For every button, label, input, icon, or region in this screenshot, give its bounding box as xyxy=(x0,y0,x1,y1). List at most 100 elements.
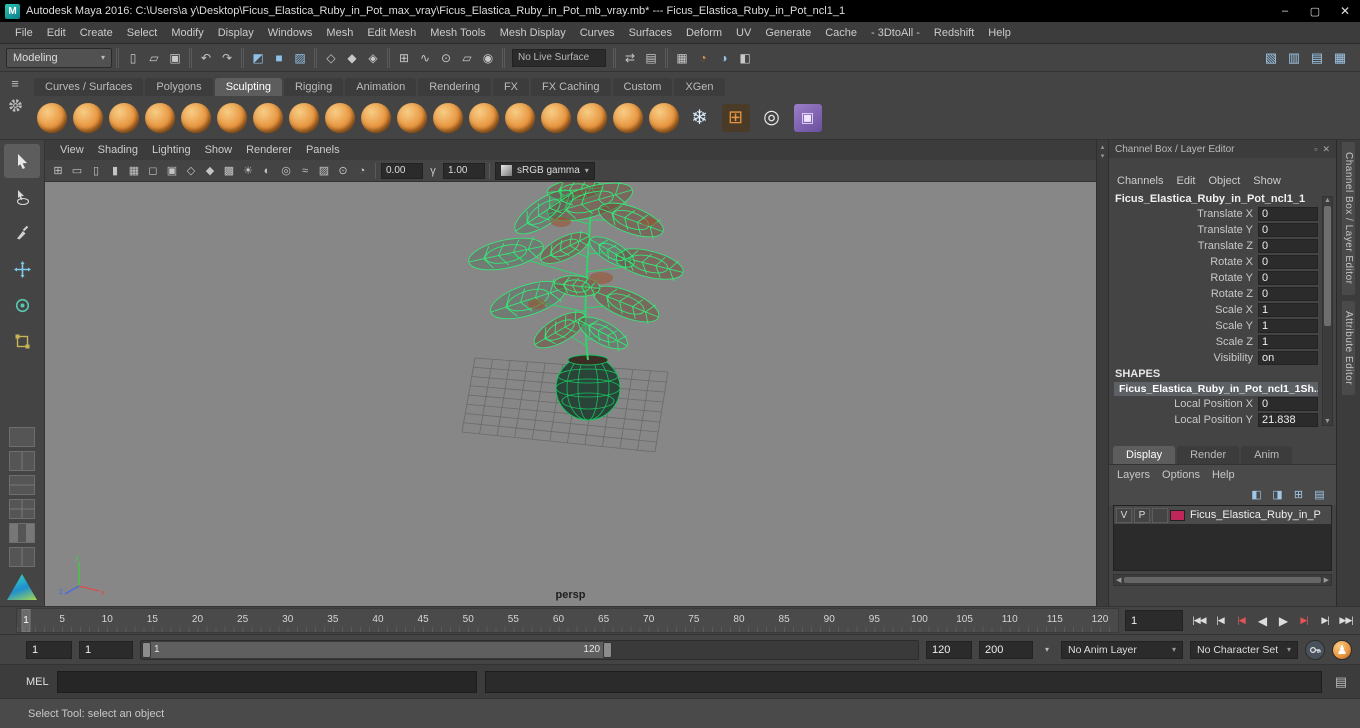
channel-value-field[interactable]: 1 xyxy=(1258,303,1318,317)
scroll-down-icon[interactable]: ▼ xyxy=(1324,418,1331,425)
channel-value-field[interactable]: 0 xyxy=(1258,255,1318,269)
gamma-field[interactable]: 1.00 xyxy=(443,162,485,179)
playback-start-field[interactable]: 1 xyxy=(79,640,133,659)
menu-mesh-display[interactable]: Mesh Display xyxy=(493,27,573,39)
scrape-tool[interactable] xyxy=(430,99,465,137)
shelf-tab-curves-surfaces[interactable]: Curves / Surfaces xyxy=(34,78,144,96)
layer-menu-options[interactable]: Options xyxy=(1162,469,1200,481)
object-name[interactable]: Ficus_Elastica_Ruby_in_Pot_ncl1_1 xyxy=(1109,192,1336,206)
open-editor-icon[interactable]: ▤ xyxy=(641,48,661,68)
panel-toolbar-collapse-strip[interactable]: ▴ ▾ xyxy=(1096,140,1108,606)
menu-deform[interactable]: Deform xyxy=(679,27,729,39)
menu-3dtoall[interactable]: - 3DtoAll - xyxy=(864,27,927,39)
redo-icon[interactable]: ↷ xyxy=(217,48,237,68)
fill-tool[interactable] xyxy=(466,99,501,137)
move-layer-down-icon[interactable]: ◨ xyxy=(1269,487,1286,502)
minimize-button[interactable]: – xyxy=(1270,0,1300,22)
wax-tool[interactable] xyxy=(394,99,429,137)
channel-value-field[interactable]: 0 xyxy=(1258,397,1318,411)
layout-three-pane-button[interactable] xyxy=(9,523,35,543)
channel-box-menu-edit[interactable]: Edit xyxy=(1176,175,1195,189)
layout-two-pane-side-button[interactable] xyxy=(9,451,35,471)
shadows-icon[interactable]: ◐ xyxy=(258,162,276,179)
go-to-end-button[interactable]: ▶▶| xyxy=(1336,611,1356,631)
anim-layer-dropdown[interactable]: No Anim Layer ▾ xyxy=(1061,640,1183,659)
layer-editor-tab-render[interactable]: Render xyxy=(1177,446,1240,464)
select-hierarchy-icon[interactable]: ◩ xyxy=(248,48,268,68)
channel-value-field[interactable]: 0 xyxy=(1258,239,1318,253)
menu-redshift[interactable]: Redshift xyxy=(927,27,981,39)
smooth-tool[interactable] xyxy=(70,99,105,137)
channel-value-field[interactable]: 0 xyxy=(1258,207,1318,221)
current-frame-marker[interactable]: 1 xyxy=(21,609,31,632)
command-language-label[interactable]: MEL xyxy=(26,676,49,688)
foamy-tool[interactable] xyxy=(250,99,285,137)
panel-menu-view[interactable]: View xyxy=(53,144,91,156)
range-slider-bar[interactable]: 1 120 xyxy=(142,641,613,658)
move-tool-button[interactable] xyxy=(4,252,40,286)
channel-box-menu-channels[interactable]: Channels xyxy=(1117,175,1163,189)
layer-playback-toggle[interactable]: P xyxy=(1134,507,1150,523)
flatten-tool[interactable] xyxy=(214,99,249,137)
range-slider-track[interactable]: 1 120 xyxy=(140,639,919,660)
panel-menu-panels[interactable]: Panels xyxy=(299,144,347,156)
range-menu-caret-icon[interactable]: ▾ xyxy=(1040,641,1054,659)
channel-box-toggle-icon[interactable]: ▥ xyxy=(1284,48,1304,68)
menu-windows[interactable]: Windows xyxy=(261,27,320,39)
scrollbar-thumb[interactable] xyxy=(1324,206,1331,326)
shelf-tab-polygons[interactable]: Polygons xyxy=(145,78,213,96)
snap-to-grid-icon[interactable]: ⊞ xyxy=(394,48,414,68)
channel-box-scrollbar[interactable]: ▲ ▼ xyxy=(1322,196,1333,426)
occlusion-icon[interactable]: ◎ xyxy=(277,162,295,179)
imprint-tool[interactable] xyxy=(358,99,393,137)
step-back-frame-button[interactable]: |◀ xyxy=(1210,611,1230,631)
hscrollbar-thumb[interactable] xyxy=(1124,577,1321,583)
shelf-tab-rendering[interactable]: Rendering xyxy=(418,78,491,96)
maximize-button[interactable]: ▢ xyxy=(1300,0,1330,22)
repeat-tool[interactable] xyxy=(322,99,357,137)
construction-history-icon[interactable]: ⇄ xyxy=(620,48,640,68)
shelf-tab-fx[interactable]: FX xyxy=(492,78,530,96)
exposure-field[interactable]: 0.00 xyxy=(381,162,423,179)
step-back-key-button[interactable]: |◀ xyxy=(1231,611,1251,631)
paint-selection-tool-button[interactable] xyxy=(4,216,40,250)
channel-value-field[interactable]: 0 xyxy=(1258,271,1318,285)
menu-help[interactable]: Help xyxy=(981,27,1018,39)
move-layer-up-icon[interactable]: ◧ xyxy=(1248,487,1265,502)
shelf-menu-icon[interactable]: ≡ xyxy=(5,72,25,94)
render-settings-icon[interactable]: ◧ xyxy=(735,48,755,68)
textured-mode-icon[interactable]: ▩ xyxy=(220,162,238,179)
menu-set-selector[interactable]: Modeling ▾ xyxy=(6,47,112,68)
new-empty-layer-icon[interactable]: ⊞ xyxy=(1290,487,1307,502)
panel-menu-show[interactable]: Show xyxy=(198,144,240,156)
channel-value-field[interactable]: 1 xyxy=(1258,319,1318,333)
sculpt-tool[interactable] xyxy=(34,99,69,137)
dock-tab-attribute-editor[interactable]: Attribute Editor xyxy=(1342,300,1355,395)
auto-keyframe-button[interactable] xyxy=(1305,639,1325,660)
script-editor-icon[interactable]: ▤ xyxy=(1330,672,1352,692)
channel-box-menu-show[interactable]: Show xyxy=(1253,175,1281,189)
playback-end-field[interactable]: 120 xyxy=(926,640,972,659)
menu-mesh-tools[interactable]: Mesh Tools xyxy=(423,27,492,39)
menu-create[interactable]: Create xyxy=(73,27,120,39)
strip-up-icon[interactable]: ▴ xyxy=(1101,143,1105,151)
hscroll-right-icon[interactable]: ▶ xyxy=(1324,576,1329,584)
view-transform-dropdown[interactable]: sRGB gamma ▾ xyxy=(495,161,595,180)
layer-list-hscrollbar[interactable]: ◀ ▶ xyxy=(1113,574,1332,586)
layer-visibility-toggle[interactable]: V xyxy=(1116,507,1132,523)
animation-end-field[interactable]: 200 xyxy=(979,640,1033,659)
layer-editor-tab-display[interactable]: Display xyxy=(1113,446,1176,464)
undo-icon[interactable]: ↶ xyxy=(196,48,216,68)
shelf-tab-rigging[interactable]: Rigging xyxy=(283,78,344,96)
close-icon[interactable]: ✕ xyxy=(1322,144,1330,155)
select-component-icon[interactable]: ▨ xyxy=(290,48,310,68)
select-all-mask-icon[interactable]: ◇ xyxy=(321,48,341,68)
channel-value-field[interactable]: 21.838 xyxy=(1258,413,1318,427)
spray-tool[interactable] xyxy=(286,99,321,137)
sculpt-objects-tool[interactable]: ▣ xyxy=(790,99,825,137)
freeze-tool[interactable]: ❄ xyxy=(682,99,717,137)
rotate-tool-button[interactable] xyxy=(4,288,40,322)
channel-value-field[interactable]: 0 xyxy=(1258,287,1318,301)
select-joints-mask-icon[interactable]: ◈ xyxy=(363,48,383,68)
select-handles-mask-icon[interactable]: ◆ xyxy=(342,48,362,68)
